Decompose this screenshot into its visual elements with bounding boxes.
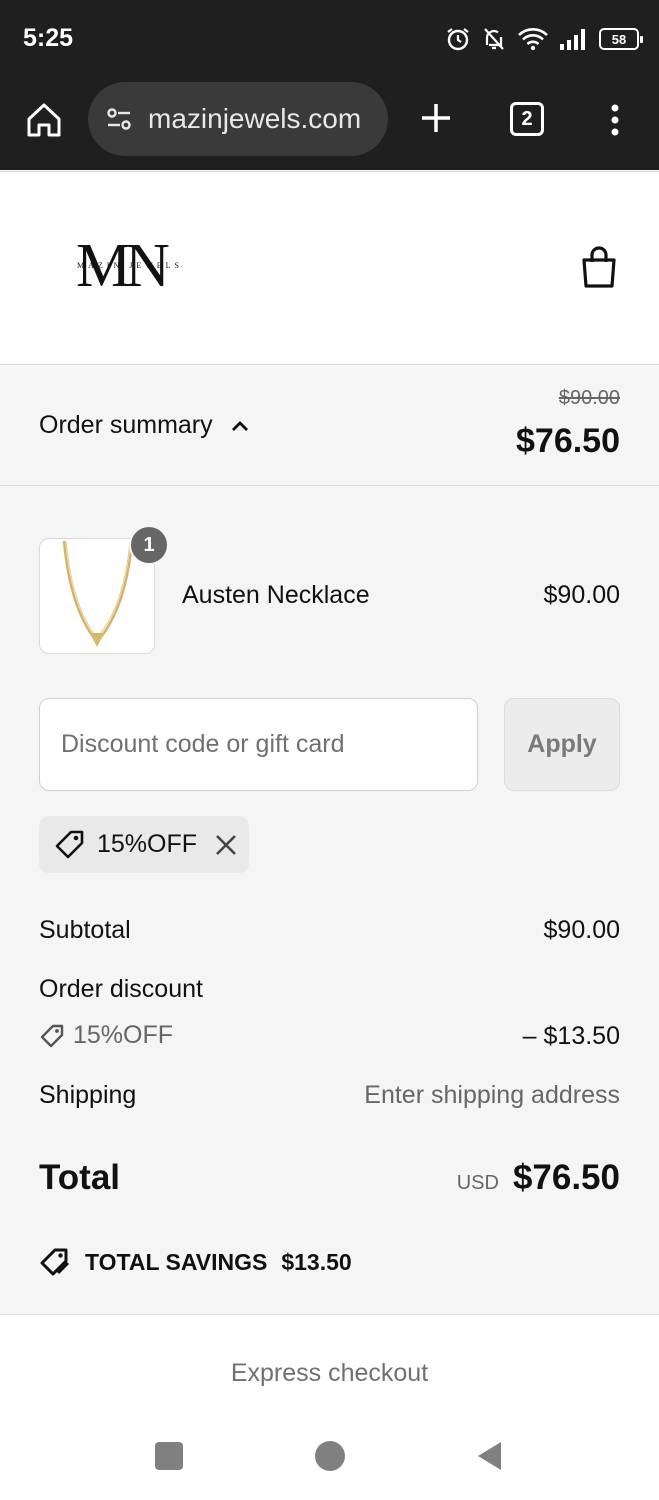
shipping-label: Shipping — [39, 1081, 137, 1109]
order-discount-code-text: 15%OFF — [73, 1021, 174, 1049]
site-settings-icon[interactable] — [104, 104, 134, 134]
status-time: 5:25 — [23, 24, 74, 52]
status-icons: 58 — [445, 26, 643, 52]
bell-off-icon — [484, 28, 504, 50]
applied-discount-chip: 15%OFF — [39, 816, 249, 873]
currency-code: USD — [456, 1172, 499, 1194]
home-icon[interactable] — [24, 100, 64, 140]
applied-discount-code: 15%OFF — [97, 830, 198, 858]
order-summary-label: Order summary — [39, 411, 213, 439]
wifi-icon — [518, 28, 548, 51]
product-price: $90.00 — [543, 581, 620, 609]
shopping-bag-icon[interactable] — [578, 244, 620, 290]
subtotal-label: Subtotal — [39, 916, 131, 944]
back-button[interactable] — [475, 1440, 505, 1472]
subtotal-value: $90.00 — [543, 916, 620, 944]
total-savings-value: $13.50 — [281, 1248, 352, 1275]
tag-icon — [40, 1024, 64, 1047]
original-total: $90.00 — [558, 387, 620, 409]
address-bar[interactable]: mazinjewels.com — [88, 82, 388, 156]
express-checkout-section: Express checkout — [0, 1314, 659, 1424]
tag-icon — [55, 830, 84, 858]
tag-icon — [40, 1248, 70, 1276]
remove-discount-icon[interactable] — [213, 832, 239, 858]
product-name: Austen Necklace — [182, 581, 370, 609]
new-tab-icon[interactable] — [418, 100, 454, 136]
browser-toolbar: mazinjewels.com 2 — [0, 80, 659, 170]
order-summary-toggle[interactable]: Order summary $90.00 $76.50 — [0, 366, 659, 486]
order-discount-code: 15%OFF — [39, 1021, 173, 1050]
total-savings: TOTAL SAVINGS $13.50 — [39, 1246, 352, 1278]
shipping-value: Enter shipping address — [364, 1081, 620, 1109]
logo-wordmark: MAZIN JEWELS — [77, 261, 183, 270]
discount-code-input[interactable] — [39, 698, 478, 791]
signal-icon — [560, 29, 585, 50]
apply-button[interactable]: Apply — [504, 698, 620, 791]
recents-button[interactable] — [155, 1442, 183, 1470]
url-text: mazinjewels.com — [148, 103, 362, 134]
order-discount-value: – $13.50 — [522, 1022, 620, 1050]
summary-total: $76.50 — [516, 422, 620, 460]
quantity-badge: 1 — [129, 525, 169, 565]
tab-switcher-button[interactable]: 2 — [510, 102, 544, 136]
chevron-up-icon — [232, 421, 248, 431]
more-menu-icon[interactable] — [600, 102, 630, 138]
alarm-icon — [447, 28, 469, 51]
logo[interactable]: MN MAZIN JEWELS — [68, 235, 192, 297]
total-amount: $76.50 — [512, 1158, 620, 1197]
total-savings-label: TOTAL SAVINGS — [85, 1248, 268, 1275]
battery-icon: 58 — [599, 28, 643, 50]
order-discount-label: Order discount — [39, 975, 203, 1003]
total-value: USD $76.50 — [457, 1158, 620, 1198]
home-button[interactable] — [315, 1441, 345, 1471]
status-bar: 5:25 58 — [0, 0, 659, 80]
system-nav-bar — [0, 1424, 659, 1500]
site-header: MN MAZIN JEWELS — [0, 171, 659, 365]
express-checkout-label: Express checkout — [230, 1359, 429, 1387]
total-label: Total — [39, 1158, 121, 1197]
